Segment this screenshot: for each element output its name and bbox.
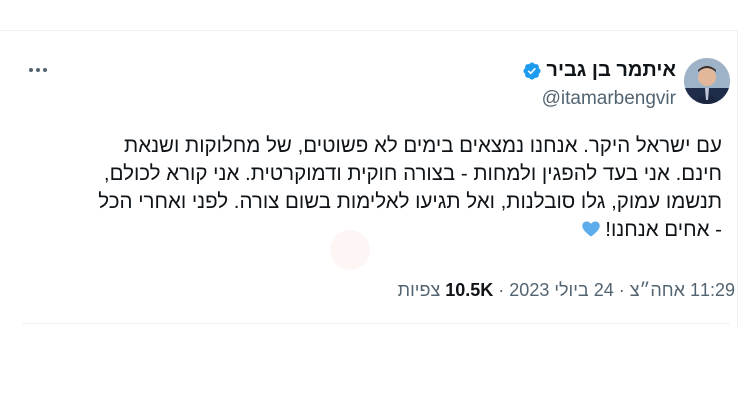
tweet-date[interactable]: 24 ביולי 2023 [509, 280, 613, 301]
tweet-line: חינם. אני בעד להפגין ולמחות - בצורה חוקי… [103, 162, 722, 185]
tweet-time[interactable]: 11:29 אחה״צ [630, 280, 735, 301]
dot [29, 68, 33, 72]
author-name[interactable]: איתמר בן גביר [546, 59, 676, 82]
tweet-line-last: - אחים אנחנו! [22, 216, 722, 244]
views-label: צפיות [397, 280, 441, 300]
author-handle[interactable]: @itamarbengvir [542, 88, 676, 110]
views-count: 10.5K [445, 280, 494, 300]
more-options-icon[interactable] [26, 60, 50, 80]
author-name-row[interactable]: איתמר בן גביר [522, 59, 676, 82]
avatar-image [684, 58, 730, 104]
dot [36, 68, 40, 72]
tweet-line: תנשמו עמוק, גלו סובלנות, ואל תגיעו לאלימ… [98, 190, 722, 213]
blue-heart-icon [581, 221, 600, 237]
verified-badge-icon [523, 61, 541, 80]
dot [43, 68, 47, 72]
tweet-text: עם ישראל היקר. אנחנו נמצאים בימים לא פשו… [22, 132, 722, 244]
tweet-line: עם ישראל היקר. אנחנו נמצאים בימים לא פשו… [124, 134, 722, 157]
avatar[interactable] [684, 58, 730, 104]
tweet-line-text: - אחים אנחנו! [605, 218, 722, 241]
separator: · [618, 280, 625, 300]
divider [22, 323, 730, 324]
separator: · [498, 280, 505, 300]
tweet-meta: 11:29 אחה״צ · 24 ביולי 2023 · 10.5K צפיו… [398, 280, 735, 301]
